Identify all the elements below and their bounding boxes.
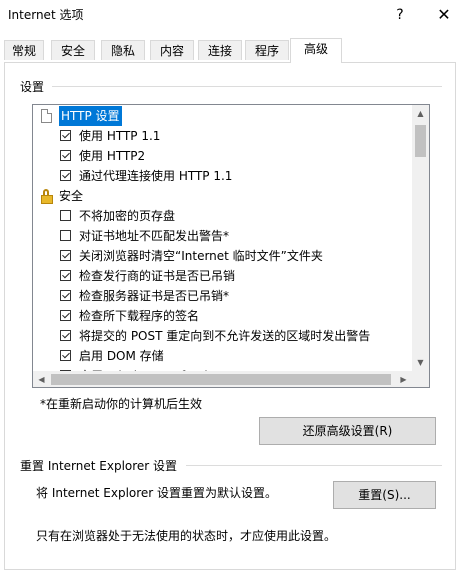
tree-option[interactable]: 使用 HTTP 1.1 <box>33 126 412 146</box>
help-button[interactable]: ? <box>388 4 412 26</box>
title-bar: Internet 选项 ? ✕ <box>0 0 463 30</box>
option-checkbox[interactable] <box>60 170 71 181</box>
option-label: 对证书地址不匹配发出警告* <box>79 229 230 243</box>
tab-security[interactable]: 安全 <box>51 40 95 60</box>
reset-warning: 只有在浏览器处于无法使用的状态时，才应使用此设置。 <box>36 529 337 543</box>
scrollbar-corner <box>412 371 429 387</box>
option-label: 不将加密的页存盘 <box>79 209 176 223</box>
tree-category[interactable]: 安全 <box>33 186 412 206</box>
option-label: 使用 HTTP 1.1 <box>79 129 161 143</box>
tree-option[interactable]: 关闭浏览器时清空“Internet 临时文件”文件夹 <box>33 246 412 266</box>
option-label: 使用 HTTP2 <box>79 149 146 163</box>
document-icon <box>41 109 52 123</box>
restore-advanced-settings-button[interactable]: 还原高级设置(R) <box>259 417 436 445</box>
settings-tree[interactable]: HTTP 设置使用 HTTP 1.1 使用 HTTP2 通过代理连接使用 HTTP … <box>32 104 430 388</box>
option-checkbox[interactable] <box>60 250 71 261</box>
tab-content[interactable]: 内容 <box>150 40 194 60</box>
tree-option[interactable]: 对证书地址不匹配发出警告* <box>33 226 412 246</box>
category-label: 安全 <box>59 189 84 203</box>
tab-connections[interactable]: 连接 <box>198 40 242 60</box>
tree-option[interactable]: 检查发行商的证书是否已吊销 <box>33 266 412 286</box>
tree-option[interactable]: 通过代理连接使用 HTTP 1.1 <box>33 166 412 186</box>
tree-option[interactable]: 检查所下载程序的签名 <box>33 306 412 326</box>
tree-option[interactable]: 将提交的 POST 重定向到不允许发送的区域时发出警告 <box>33 326 412 346</box>
option-label: 关闭浏览器时清空“Internet 临时文件”文件夹 <box>79 249 323 263</box>
scroll-down-icon[interactable]: ▼ <box>412 354 429 371</box>
horizontal-scroll-thumb[interactable] <box>51 374 391 385</box>
tab-programs[interactable]: 程序 <box>245 40 289 60</box>
horizontal-scrollbar[interactable]: ◀ ▶ <box>33 371 412 387</box>
tab-general[interactable]: 常规 <box>4 40 44 60</box>
tree-option[interactable]: 使用 HTTP2 <box>33 146 412 166</box>
option-checkbox[interactable] <box>60 210 71 221</box>
reset-button[interactable]: 重置(S)... <box>333 481 436 509</box>
option-label: 将提交的 POST 重定向到不允许发送的区域时发出警告 <box>79 329 371 343</box>
scroll-right-icon[interactable]: ▶ <box>395 371 412 387</box>
scroll-up-icon[interactable]: ▲ <box>412 105 429 122</box>
option-checkbox[interactable] <box>60 270 71 281</box>
reset-group-label: 重置 Internet Explorer 设置 <box>20 459 178 473</box>
option-checkbox[interactable] <box>60 130 71 141</box>
tab-privacy[interactable]: 隐私 <box>101 40 145 60</box>
category-label: HTTP 设置 <box>59 106 122 126</box>
scroll-left-icon[interactable]: ◀ <box>33 371 50 387</box>
reset-group-divider <box>186 465 442 466</box>
option-label: 启用 DOM 存储 <box>79 349 164 363</box>
option-checkbox[interactable] <box>60 330 71 341</box>
tab-advanced[interactable]: 高级 <box>290 38 342 63</box>
option-label: 检查所下载程序的签名 <box>79 309 200 323</box>
option-checkbox[interactable] <box>60 150 71 161</box>
tree-option[interactable]: 检查服务器证书是否已吊销* <box>33 286 412 306</box>
window-title: Internet 选项 <box>8 8 84 22</box>
vertical-scrollbar[interactable]: ▲ ▼ <box>412 105 429 371</box>
option-checkbox[interactable] <box>60 290 71 301</box>
vertical-scroll-thumb[interactable] <box>415 125 426 157</box>
option-label: 检查服务器证书是否已吊销* <box>79 289 230 303</box>
lock-icon <box>40 189 54 204</box>
tab-strip: 常规 安全 隐私 内容 连接 程序 高级 <box>4 38 456 63</box>
restart-note: *在重新启动你的计算机后生效 <box>40 397 203 411</box>
option-checkbox[interactable] <box>60 350 71 361</box>
tree-option[interactable]: 启用 DOM 存储 <box>33 346 412 366</box>
option-label: 通过代理连接使用 HTTP 1.1 <box>79 169 233 183</box>
option-label: 检查发行商的证书是否已吊销 <box>79 269 236 283</box>
option-checkbox[interactable] <box>60 310 71 321</box>
settings-group-divider <box>52 86 442 87</box>
settings-group-label: 设置 <box>20 80 45 94</box>
tree-category[interactable]: HTTP 设置 <box>33 106 412 126</box>
close-button[interactable]: ✕ <box>430 4 458 26</box>
option-checkbox[interactable] <box>60 230 71 241</box>
reset-description: 将 Internet Explorer 设置重置为默认设置。 <box>36 486 278 500</box>
tree-option[interactable]: 不将加密的页存盘 <box>33 206 412 226</box>
